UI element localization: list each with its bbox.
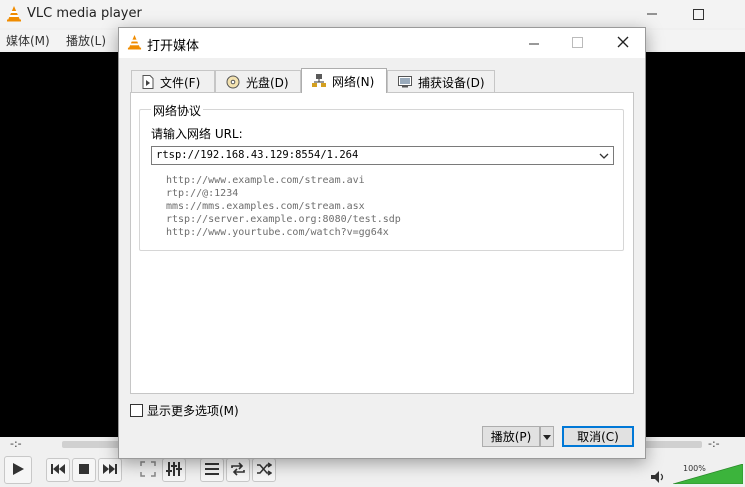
chevron-down-icon[interactable] xyxy=(598,150,610,165)
url-input[interactable]: rtsp://192.168.43.129:8554/1.264 xyxy=(156,149,358,161)
vlc-cone-icon xyxy=(127,34,142,53)
loop-button[interactable] xyxy=(226,458,250,482)
play-dropdown-button[interactable] xyxy=(540,426,554,447)
fullscreen-icon xyxy=(140,460,156,480)
stop-icon xyxy=(79,463,89,477)
fullscreen-button[interactable] xyxy=(136,458,160,482)
playlist-icon xyxy=(205,462,219,478)
example-url: rtsp://server.example.org:8080/test.sdp xyxy=(166,214,401,225)
menu-playback[interactable]: 播放(L) xyxy=(66,32,106,49)
next-icon xyxy=(103,463,117,477)
show-more-options-checkbox[interactable] xyxy=(130,404,143,417)
tab-network[interactable]: 网络(N) xyxy=(301,68,387,93)
window-title: VLC media player xyxy=(27,6,142,21)
dialog-minimize-button[interactable] xyxy=(529,38,539,52)
caret-down-icon xyxy=(543,430,551,444)
dialog-maximize-button[interactable] xyxy=(572,37,583,51)
example-url: http://www.example.com/stream.avi xyxy=(166,175,365,186)
network-icon xyxy=(312,74,326,88)
cancel-button[interactable]: 取消(C) xyxy=(562,426,634,447)
play-button-label: 播放(P) xyxy=(490,430,532,444)
url-combobox[interactable]: rtsp://192.168.43.129:8554/1.264 xyxy=(151,146,614,165)
vlc-cone-icon xyxy=(6,5,22,25)
example-url: http://www.yourtube.com/watch?v=gg64x xyxy=(166,227,389,238)
open-media-dialog: 打开媒体 文件(F) 光盘(D) 网络(N) 捕获设备(D) 网络协议 请输入网… xyxy=(118,27,646,459)
tab-disc-label: 光盘(D) xyxy=(246,75,289,90)
previous-button[interactable] xyxy=(46,458,70,482)
speaker-icon[interactable] xyxy=(651,471,665,486)
network-tab-panel: 网络协议 请输入网络 URL: rtsp://192.168.43.129:85… xyxy=(130,92,634,394)
next-button[interactable] xyxy=(98,458,122,482)
example-url: mms://mms.examples.com/stream.asx xyxy=(166,201,365,212)
menu-media[interactable]: 媒体(M) xyxy=(6,32,50,49)
shuffle-icon xyxy=(256,461,273,479)
show-more-options-label[interactable]: 显示更多选项(M) xyxy=(147,402,239,419)
dialog-close-button[interactable] xyxy=(617,36,629,51)
tab-capture-device-label: 捕获设备(D) xyxy=(418,75,485,90)
dialog-title: 打开媒体 xyxy=(147,39,200,54)
file-icon xyxy=(142,75,154,89)
main-titlebar: VLC media player xyxy=(0,0,745,28)
equalizer-icon xyxy=(166,461,182,479)
disc-icon xyxy=(226,75,240,89)
maximize-button[interactable] xyxy=(675,0,721,28)
tab-disc[interactable]: 光盘(D) xyxy=(215,70,301,93)
elapsed-time: -:- xyxy=(10,437,22,450)
group-title: 网络协议 xyxy=(151,102,204,119)
cancel-button-label: 取消(C) xyxy=(577,430,619,444)
tab-network-label: 网络(N) xyxy=(332,74,375,89)
dialog-titlebar: 打开媒体 xyxy=(119,28,645,58)
total-time: -:- xyxy=(708,437,720,450)
tab-file-label: 文件(F) xyxy=(160,75,201,90)
volume-slider[interactable] xyxy=(672,463,744,487)
previous-icon xyxy=(51,463,65,477)
stop-button[interactable] xyxy=(72,458,96,482)
shuffle-button[interactable] xyxy=(252,458,276,482)
loop-icon xyxy=(230,461,246,479)
show-more-options-row[interactable]: 显示更多选项(M) xyxy=(130,402,239,419)
playlist-button[interactable] xyxy=(200,458,224,482)
minimize-button[interactable] xyxy=(629,0,675,28)
capture-device-icon xyxy=(398,76,412,88)
tab-capture-device[interactable]: 捕获设备(D) xyxy=(387,70,495,93)
network-protocol-group: 请输入网络 URL: rtsp://192.168.43.129:8554/1.… xyxy=(139,109,624,251)
extended-settings-button[interactable] xyxy=(162,458,186,482)
url-label: 请输入网络 URL: xyxy=(151,127,243,141)
play-button[interactable]: 播放(P) xyxy=(482,426,540,447)
tab-file[interactable]: 文件(F) xyxy=(131,70,215,93)
play-icon xyxy=(11,462,25,479)
url-examples: http://www.example.com/stream.avi rtp://… xyxy=(166,174,401,239)
play-button[interactable] xyxy=(4,456,32,484)
example-url: rtp://@:1234 xyxy=(166,188,239,199)
